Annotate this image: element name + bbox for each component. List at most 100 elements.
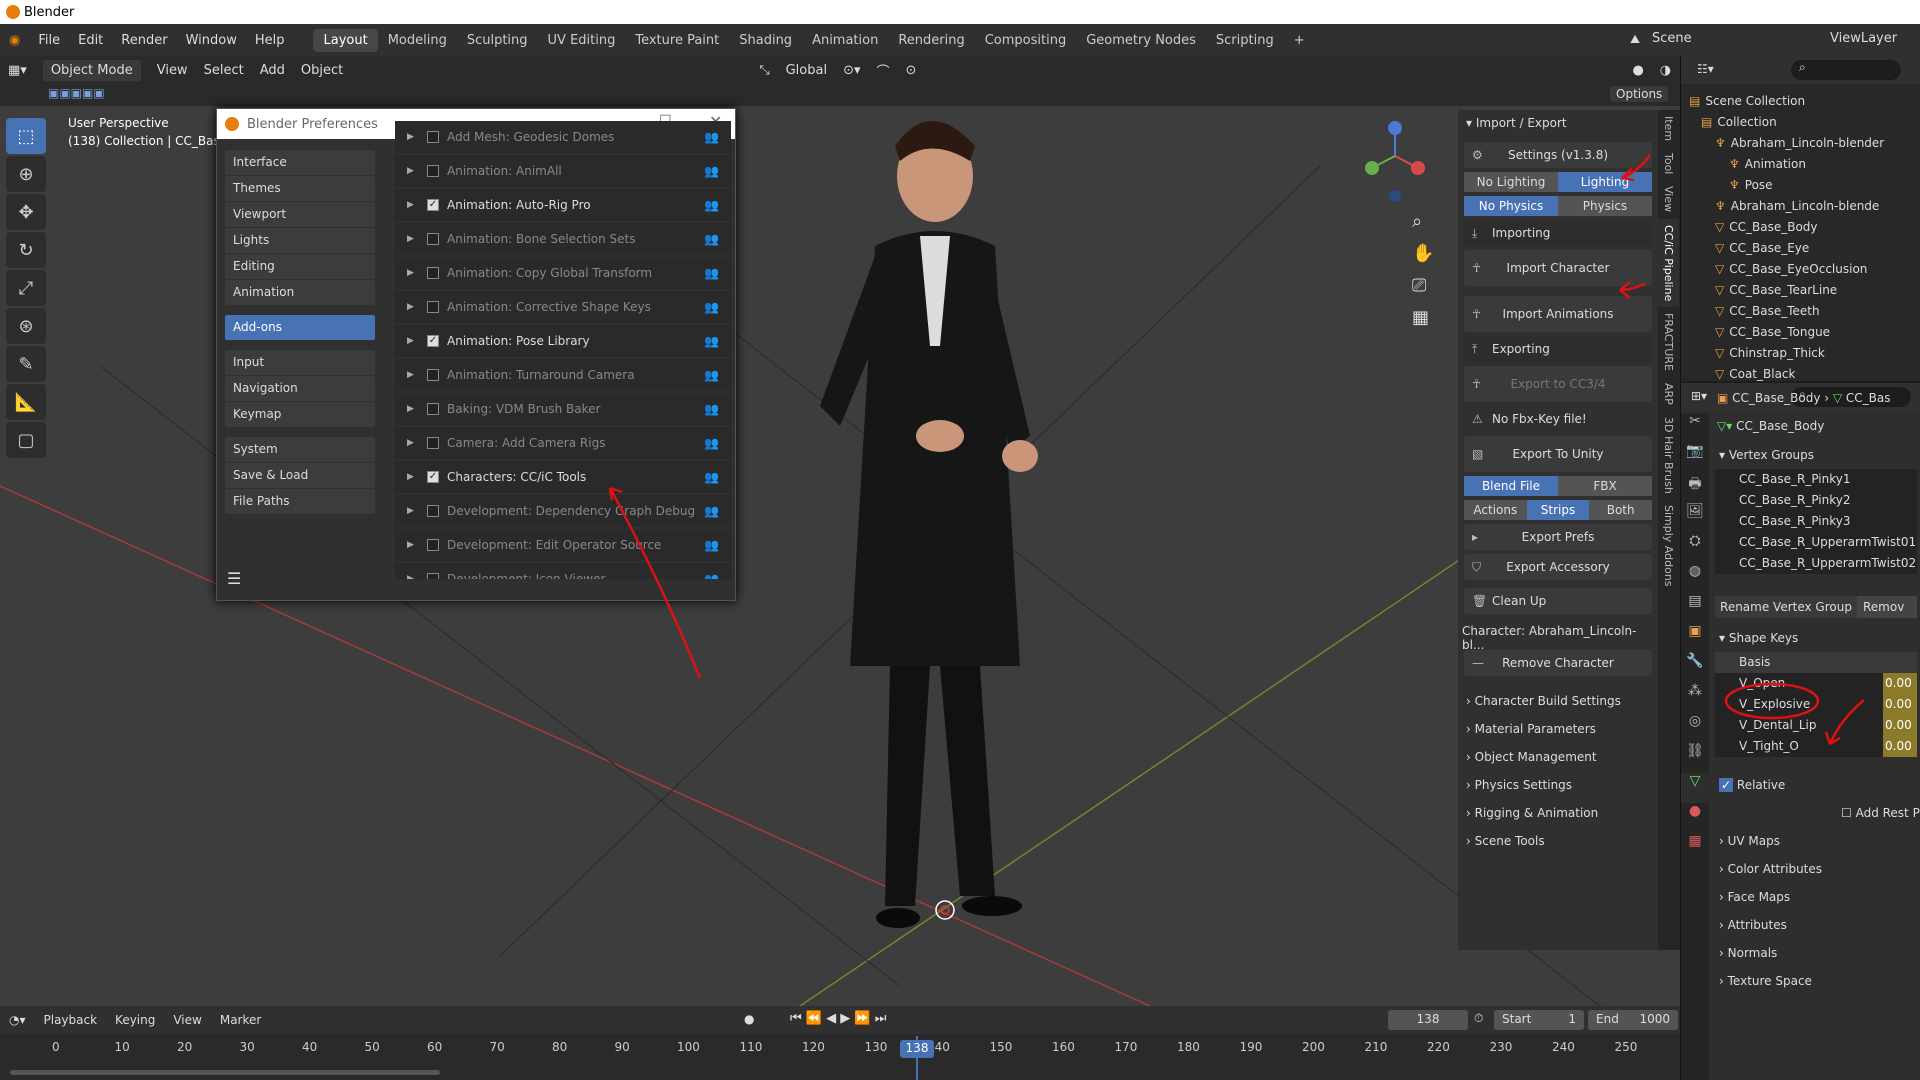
- outliner-item[interactable]: ▽ CC_Base_Tongue: [1681, 321, 1920, 342]
- no-physics-option[interactable]: No Physics: [1464, 196, 1558, 216]
- expand-arrow-icon[interactable]: ▶: [407, 234, 427, 244]
- editor-type-icon[interactable]: ▦▾: [0, 60, 35, 81]
- timeline-editor-icon[interactable]: ◔▾: [0, 1013, 35, 1027]
- pan-hand-icon[interactable]: ✋: [1412, 238, 1434, 270]
- expand-arrow-icon[interactable]: ▶: [407, 574, 427, 579]
- outliner-editor-icon[interactable]: ☷▾: [1697, 62, 1714, 76]
- menu-marker[interactable]: Marker: [211, 1013, 270, 1027]
- import-animations-button[interactable]: ☥ Import Animations: [1464, 296, 1652, 332]
- outliner-item[interactable]: ▤ Scene Collection: [1681, 90, 1920, 111]
- material-props-icon[interactable]: ●: [1681, 803, 1709, 833]
- collection-props-icon[interactable]: ▤: [1681, 593, 1709, 623]
- no-lighting-option[interactable]: No Lighting: [1464, 172, 1558, 192]
- blender-menu-icon[interactable]: ◉: [0, 33, 29, 48]
- tab-uv-editing[interactable]: UV Editing: [538, 29, 626, 52]
- tab-3d-hair-brush[interactable]: 3D Hair Brush: [1658, 411, 1679, 500]
- shape-key-value[interactable]: 0.00: [1883, 694, 1917, 715]
- shape-key-item[interactable]: V_Dental_Lip 0.00: [1715, 715, 1917, 736]
- scale-tool-icon[interactable]: ⤢: [6, 270, 46, 306]
- section-normals[interactable]: › Normals: [1711, 939, 1920, 967]
- tab-animation[interactable]: Animation: [802, 29, 888, 52]
- addon-row[interactable]: ▶ Baking: VDM Brush Baker 👥: [395, 393, 731, 425]
- expand-arrow-icon[interactable]: ▶: [407, 506, 427, 516]
- expand-arrow-icon[interactable]: ▶: [407, 132, 427, 142]
- outliner-item[interactable]: ♆ Pose: [1681, 174, 1920, 195]
- section-character-build[interactable]: › Character Build Settings: [1458, 688, 1658, 716]
- addon-row[interactable]: ▶ ✓ Animation: Auto-Rig Pro 👥: [395, 189, 731, 221]
- tab-tool[interactable]: Tool: [1658, 147, 1679, 180]
- section-object-management[interactable]: › Object Management: [1458, 744, 1658, 772]
- shape-keys-header[interactable]: ▾ Shape Keys: [1711, 624, 1920, 652]
- output-props-icon[interactable]: 🖶: [1681, 473, 1709, 503]
- exporting-subheader[interactable]: ⤒ Exporting: [1464, 336, 1652, 362]
- addon-row[interactable]: ▶ Animation: Turnaround Camera 👥: [395, 359, 731, 391]
- scene-props-icon[interactable]: ⛭: [1681, 533, 1709, 563]
- record-icon[interactable]: ●: [744, 1012, 754, 1026]
- object-data-name[interactable]: ▽▾ CC_Base_Body: [1711, 415, 1920, 441]
- tab-rendering[interactable]: Rendering: [888, 29, 974, 52]
- remove-vertex-group-button[interactable]: Remov: [1857, 596, 1917, 618]
- strips-option[interactable]: Strips: [1526, 500, 1590, 520]
- addon-checkbox[interactable]: [427, 573, 439, 579]
- nav-interface[interactable]: Interface: [225, 150, 375, 175]
- section-material-params[interactable]: › Material Parameters: [1458, 716, 1658, 744]
- addon-checkbox[interactable]: [427, 369, 439, 381]
- expand-arrow-icon[interactable]: ▶: [407, 200, 427, 210]
- outliner-item[interactable]: ▽ CC_Base_Body: [1681, 216, 1920, 237]
- menu-view[interactable]: View: [149, 60, 196, 81]
- outliner-item[interactable]: ♆ Abraham_Lincoln-blender: [1681, 132, 1920, 153]
- addon-row[interactable]: ▶ Development: Edit Operator Source 👥: [395, 529, 731, 561]
- tab-sculpting[interactable]: Sculpting: [457, 29, 538, 52]
- blend-file-option[interactable]: Blend File: [1464, 476, 1558, 496]
- import-character-button[interactable]: ☥ Import Character: [1464, 250, 1652, 286]
- nav-editing[interactable]: Editing: [225, 254, 375, 279]
- vertex-group-item[interactable]: CC_Base_R_Pinky1: [1715, 469, 1917, 490]
- addon-checkbox[interactable]: [427, 437, 439, 449]
- scene-selector[interactable]: Scene: [1652, 31, 1692, 46]
- end-frame-field[interactable]: End 1000: [1588, 1010, 1678, 1030]
- section-face-maps[interactable]: › Face Maps: [1711, 883, 1920, 911]
- addon-checkbox[interactable]: [427, 165, 439, 177]
- relative-checkbox[interactable]: ✓ Relative: [1711, 771, 1920, 799]
- select-box-tool-icon[interactable]: ⬚: [6, 118, 46, 154]
- addon-row[interactable]: ▶ Animation: Copy Global Transform 👥: [395, 257, 731, 289]
- addon-checkbox[interactable]: [427, 267, 439, 279]
- clean-up-button[interactable]: 🗑 Clean Up: [1464, 588, 1652, 614]
- shape-key-value[interactable]: 0.00: [1883, 673, 1917, 694]
- options-dropdown[interactable]: Options: [1610, 86, 1669, 102]
- vertex-group-item[interactable]: CC_Base_R_Pinky3: [1715, 511, 1917, 532]
- export-prefs-button[interactable]: ▸ Export Prefs: [1464, 524, 1652, 550]
- expand-arrow-icon[interactable]: ▶: [407, 370, 427, 380]
- outliner-item[interactable]: ▽ Chinstrap_Thick: [1681, 342, 1920, 363]
- menu-object[interactable]: Object: [293, 60, 351, 81]
- add-workspace-button[interactable]: +: [1284, 29, 1315, 52]
- section-color-attributes[interactable]: › Color Attributes: [1711, 855, 1920, 883]
- view-layer-selector[interactable]: ViewLayer: [1830, 31, 1897, 46]
- timeline-scrollbar[interactable]: [10, 1070, 440, 1075]
- importing-subheader[interactable]: ⤓ Importing: [1464, 220, 1652, 246]
- data-props-icon[interactable]: ▽: [1681, 773, 1709, 803]
- texture-props-icon[interactable]: ▦: [1681, 833, 1709, 863]
- tab-scripting[interactable]: Scripting: [1206, 29, 1284, 52]
- tab-arp[interactable]: ARP: [1658, 377, 1679, 411]
- measure-tool-icon[interactable]: 📐: [6, 384, 46, 420]
- addon-checkbox[interactable]: [427, 403, 439, 415]
- properties-editor-icon[interactable]: ⊞▾: [1691, 389, 1707, 403]
- nav-file-paths[interactable]: File Paths: [225, 489, 375, 514]
- expand-arrow-icon[interactable]: ▶: [407, 268, 427, 278]
- outliner-item[interactable]: ♆ Animation: [1681, 153, 1920, 174]
- tab-item[interactable]: Item: [1658, 110, 1679, 147]
- lighting-option[interactable]: Lighting: [1558, 172, 1652, 192]
- menu-window[interactable]: Window: [177, 33, 246, 48]
- playhead-label[interactable]: 138: [900, 1040, 934, 1058]
- section-uv-maps[interactable]: › UV Maps: [1711, 827, 1920, 855]
- object-mode-dropdown[interactable]: Object Mode: [42, 59, 141, 81]
- shape-key-item[interactable]: V_Explosive 0.00: [1715, 694, 1917, 715]
- fbx-option[interactable]: FBX: [1558, 476, 1652, 496]
- pivot-icon[interactable]: ⊙▾: [835, 60, 868, 81]
- menu-playback[interactable]: Playback: [35, 1013, 107, 1027]
- move-tool-icon[interactable]: ✥: [6, 194, 46, 230]
- export-unity-button[interactable]: ▧ Export To Unity: [1464, 436, 1652, 472]
- particles-props-icon[interactable]: ⁂: [1681, 683, 1709, 713]
- transform-orientation-dropdown[interactable]: Global: [778, 60, 835, 81]
